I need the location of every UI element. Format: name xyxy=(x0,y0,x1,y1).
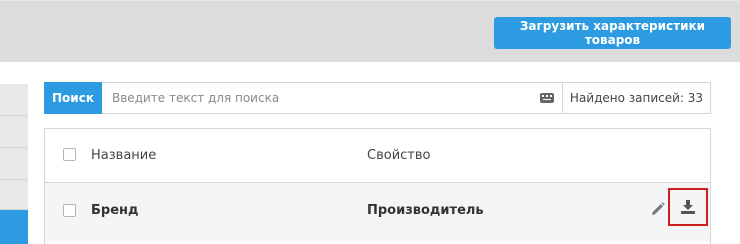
sidebar-item[interactable] xyxy=(0,148,28,180)
table-row[interactable]: Бренд Производитель xyxy=(45,183,710,241)
table-header: Название Свойство xyxy=(45,129,710,183)
records-found-count: Найдено записей: 33 xyxy=(562,83,710,113)
download-icon xyxy=(681,200,695,214)
row-property-cell: Производитель xyxy=(367,203,484,218)
column-header-name[interactable]: Название xyxy=(91,148,156,163)
properties-table: Название Свойство Бренд Производитель xyxy=(44,128,711,244)
top-toolbar: Загрузить характеристики товаров xyxy=(0,0,740,62)
column-header-property[interactable]: Свойство xyxy=(367,148,430,163)
search-bar: Поиск Найдено записей: 33 xyxy=(44,82,711,114)
select-all-checkbox[interactable] xyxy=(63,148,76,161)
row-name-cell: Бренд xyxy=(91,203,139,218)
search-button[interactable]: Поиск xyxy=(44,82,102,114)
sidebar-item[interactable] xyxy=(0,116,28,148)
sidebar-item-active[interactable] xyxy=(0,210,28,244)
pencil-icon[interactable] xyxy=(651,202,665,216)
search-input[interactable] xyxy=(102,83,532,113)
keyboard-icon[interactable] xyxy=(532,83,562,113)
download-button[interactable] xyxy=(668,188,708,226)
sidebar-item[interactable] xyxy=(0,84,28,116)
sidebar-item[interactable] xyxy=(0,180,28,210)
row-checkbox[interactable] xyxy=(63,204,76,217)
upload-characteristics-button[interactable]: Загрузить характеристики товаров xyxy=(494,17,731,49)
